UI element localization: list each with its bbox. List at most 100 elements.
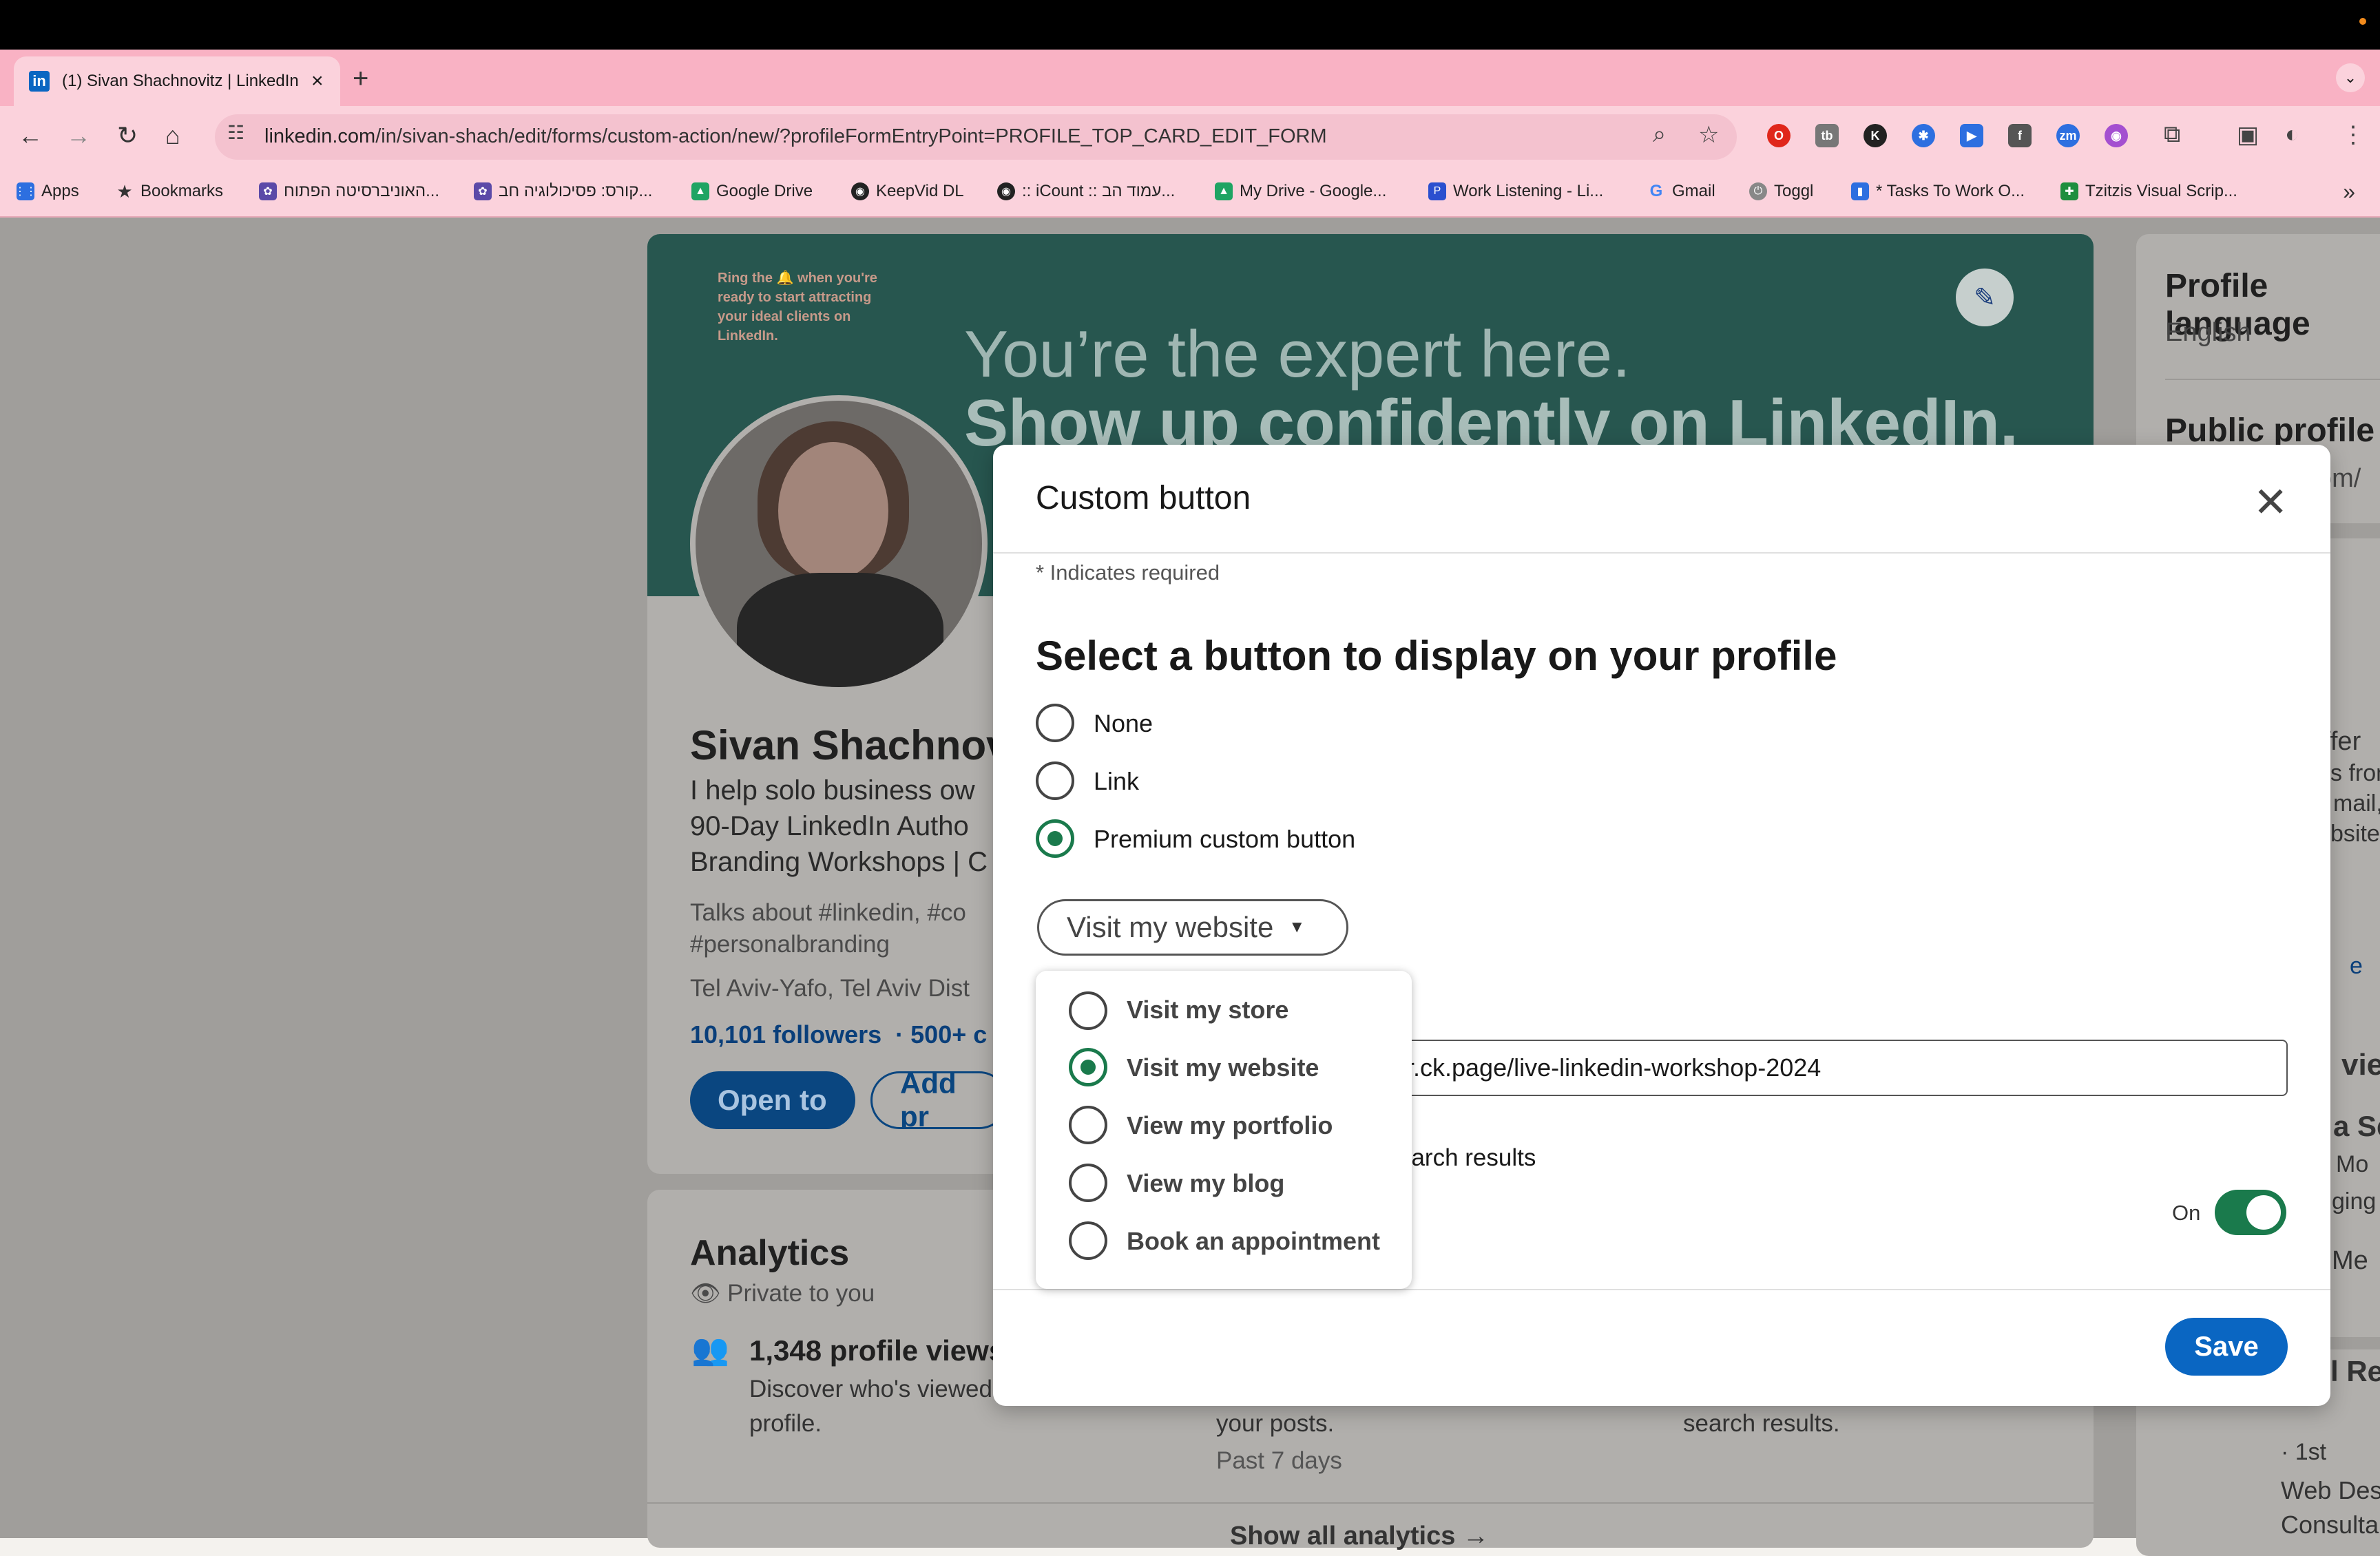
required-note: * Indicates required bbox=[1036, 560, 1220, 585]
menu-radio-book-appointment[interactable] bbox=[1069, 1221, 1107, 1260]
tab-search-chevron-icon[interactable]: ⌄ bbox=[2336, 63, 2365, 92]
profile-avatar[interactable] bbox=[690, 395, 988, 693]
snowflake-extension-icon[interactable]: ✱ bbox=[1912, 124, 1935, 147]
profile-headline-2: 90-Day LinkedIn Autho bbox=[690, 811, 969, 841]
reload-icon[interactable]: ↻ bbox=[117, 121, 138, 150]
bookmark-apps[interactable]: ⋮⋮ Apps bbox=[14, 182, 79, 201]
analytics-private: 👁 Private to you bbox=[690, 1279, 875, 1307]
more-bookmarks-icon[interactable]: » bbox=[2343, 179, 2355, 204]
modal-header-divider bbox=[993, 552, 2330, 554]
purple-extension-icon[interactable]: ◉ bbox=[2105, 124, 2128, 147]
opera-extension-icon[interactable]: O bbox=[1767, 124, 1791, 147]
right-text-re: l Re bbox=[2330, 1355, 2380, 1387]
followers-count[interactable]: 10,101 followers bbox=[690, 1020, 881, 1049]
profile-location: Tel Aviv-Yafo, Tel Aviv Dist bbox=[690, 975, 970, 1002]
menu-item-view-portfolio[interactable]: View my portfolio bbox=[1127, 1111, 1333, 1140]
keepvid-icon: ◉ bbox=[851, 182, 869, 200]
bookmark-toggl[interactable]: ⏻ Toggl bbox=[1749, 182, 1813, 201]
site-settings-icon[interactable]: ☷ bbox=[227, 121, 244, 144]
bookmark-keepvid[interactable]: ◉ KeepVid DL bbox=[851, 182, 964, 201]
bookmark-course[interactable]: ✿ קורס: פסיכולוגיה חב... bbox=[474, 182, 652, 201]
close-icon[interactable]: ✕ bbox=[2253, 482, 2288, 523]
bookmark-icount[interactable]: ◉:: iCount :: עמוד הב... bbox=[997, 182, 1175, 201]
bookmark-label: Work Listening - Li... bbox=[1453, 182, 1604, 200]
bookmark-label: Bookmarks bbox=[140, 182, 224, 200]
browser-tab[interactable]: in (1) Sivan Shachnovitz | LinkedIn × bbox=[14, 56, 340, 106]
menu-radio-view-portfolio[interactable] bbox=[1069, 1106, 1107, 1144]
notification-dot bbox=[2359, 18, 2366, 25]
bookmark-university[interactable]: ✿ האוניברסיטה הפתוח... bbox=[259, 182, 439, 201]
forward-arrow-icon[interactable]: → bbox=[66, 121, 91, 150]
profile-views-count[interactable]: 1,348 profile views bbox=[749, 1334, 997, 1367]
show-all-analytics-link[interactable]: Show all analytics → bbox=[1230, 1522, 1489, 1551]
url-text[interactable]: linkedin.com/in/sivan-shach/edit/forms/c… bbox=[264, 125, 1327, 148]
button-type-select[interactable]: Visit my website ▼ bbox=[1037, 899, 1348, 956]
bookmark-work-listening[interactable]: P Work Listening - Li... bbox=[1428, 182, 1603, 201]
right-text-link[interactable]: e bbox=[2350, 953, 2363, 980]
menu-kebab-icon[interactable]: ⋮ bbox=[2341, 121, 2365, 149]
radio-link[interactable] bbox=[1036, 761, 1074, 800]
bookmark-gmail[interactable]: G Gmail bbox=[1647, 182, 1715, 201]
avatar-body bbox=[737, 573, 943, 687]
menu-item-visit-website[interactable]: Visit my website bbox=[1127, 1053, 1319, 1082]
bookmark-my-drive[interactable]: ▲ My Drive - Google... bbox=[1215, 182, 1386, 201]
connections-count[interactable]: · 500+ c bbox=[895, 1020, 987, 1049]
zoom-icon[interactable]: ⌕ bbox=[1653, 121, 1666, 148]
facebook-extension-icon[interactable]: f bbox=[2008, 124, 2032, 147]
profile-language-value: English bbox=[2165, 318, 2251, 347]
menu-item-visit-store[interactable]: Visit my store bbox=[1127, 996, 1288, 1024]
menu-item-book-appointment[interactable]: Book an appointment bbox=[1127, 1227, 1380, 1256]
right-text-me[interactable]: Me bbox=[2332, 1246, 2368, 1276]
close-tab-icon[interactable]: × bbox=[311, 70, 324, 93]
add-profile-section-button[interactable]: Add pr bbox=[870, 1071, 1008, 1129]
radio-link-label[interactable]: Link bbox=[1094, 767, 1139, 796]
profile-views-desc: Discover who's viewed your bbox=[749, 1376, 997, 1402]
edit-banner-pencil-icon[interactable]: ✎ bbox=[1956, 269, 2014, 326]
profile-followers[interactable]: 10,101 followers · 500+ c bbox=[690, 1020, 993, 1049]
menu-radio-visit-website[interactable] bbox=[1069, 1048, 1107, 1086]
new-tab-button[interactable]: + bbox=[353, 63, 368, 94]
university-icon: ✿ bbox=[474, 182, 492, 200]
video-extension-icon[interactable]: ▶ bbox=[1960, 124, 1983, 147]
back-arrow-icon[interactable]: ← bbox=[18, 121, 43, 150]
open-to-button[interactable]: Open to bbox=[690, 1071, 855, 1129]
people-icon: 👥 bbox=[691, 1333, 729, 1367]
bookmark-google-drive[interactable]: ▲ Google Drive bbox=[691, 182, 813, 201]
bookmark-tasks[interactable]: ▮ * Tasks To Work O... bbox=[1851, 182, 2025, 201]
eye-icon: 👁 bbox=[690, 1280, 728, 1307]
bookmark-tzitzis[interactable]: ✚ Tzitzis Visual Scrip... bbox=[2060, 182, 2237, 201]
side-panel-icon[interactable]: ▣ bbox=[2237, 121, 2259, 149]
k-extension-icon[interactable]: K bbox=[1864, 124, 1887, 147]
radio-none[interactable] bbox=[1036, 704, 1074, 742]
profile-headline-1: I help solo business ow bbox=[690, 775, 975, 806]
profile-avatar-icon[interactable]: ◐ bbox=[2285, 121, 2299, 148]
extensions-puzzle-icon[interactable]: ⧉ bbox=[2164, 121, 2180, 148]
drive-icon: ▲ bbox=[691, 182, 709, 200]
private-label: Private to you bbox=[727, 1280, 875, 1307]
right-text-views: vie bbox=[2341, 1048, 2380, 1082]
profile-headline-3: Branding Workshops | C bbox=[690, 847, 988, 877]
right-text-se: a Se bbox=[2333, 1110, 2380, 1142]
menu-item-view-blog[interactable]: View my blog bbox=[1127, 1169, 1284, 1198]
bookmark-star-icon[interactable]: ☆ bbox=[1698, 121, 1719, 149]
toggl-icon: ⏻ bbox=[1749, 182, 1767, 200]
tb-extension-icon[interactable]: tb bbox=[1815, 124, 1839, 147]
radio-none-label[interactable]: None bbox=[1094, 709, 1153, 738]
modal-footer-divider bbox=[993, 1289, 2330, 1290]
monday-icon: ▮ bbox=[1851, 182, 1869, 200]
radio-premium-label[interactable]: Premium custom button bbox=[1094, 825, 1355, 854]
visibility-toggle[interactable] bbox=[2215, 1190, 2286, 1235]
radio-premium-custom-button[interactable] bbox=[1036, 819, 1074, 858]
url-input-value[interactable]: r.ck.page/live-linkedin-workshop-2024 bbox=[1406, 1053, 1821, 1082]
menu-radio-view-blog[interactable] bbox=[1069, 1164, 1107, 1202]
bookmark-label: Toggl bbox=[1774, 182, 1814, 200]
bookmark-label: Tzitzis Visual Scrip... bbox=[2085, 182, 2237, 200]
save-button[interactable]: Save bbox=[2165, 1318, 2288, 1376]
right-text-email: mail, bbox=[2333, 790, 2380, 817]
bookmark-bookmarks[interactable]: ★ Bookmarks bbox=[116, 181, 224, 202]
right-text-ging: ging bbox=[2332, 1188, 2377, 1215]
right-text-consulta: Consulta bbox=[2281, 1511, 2379, 1539]
home-icon[interactable]: ⌂ bbox=[165, 121, 180, 150]
zm-extension-icon[interactable]: zm bbox=[2056, 124, 2080, 147]
menu-radio-visit-store[interactable] bbox=[1069, 991, 1107, 1030]
